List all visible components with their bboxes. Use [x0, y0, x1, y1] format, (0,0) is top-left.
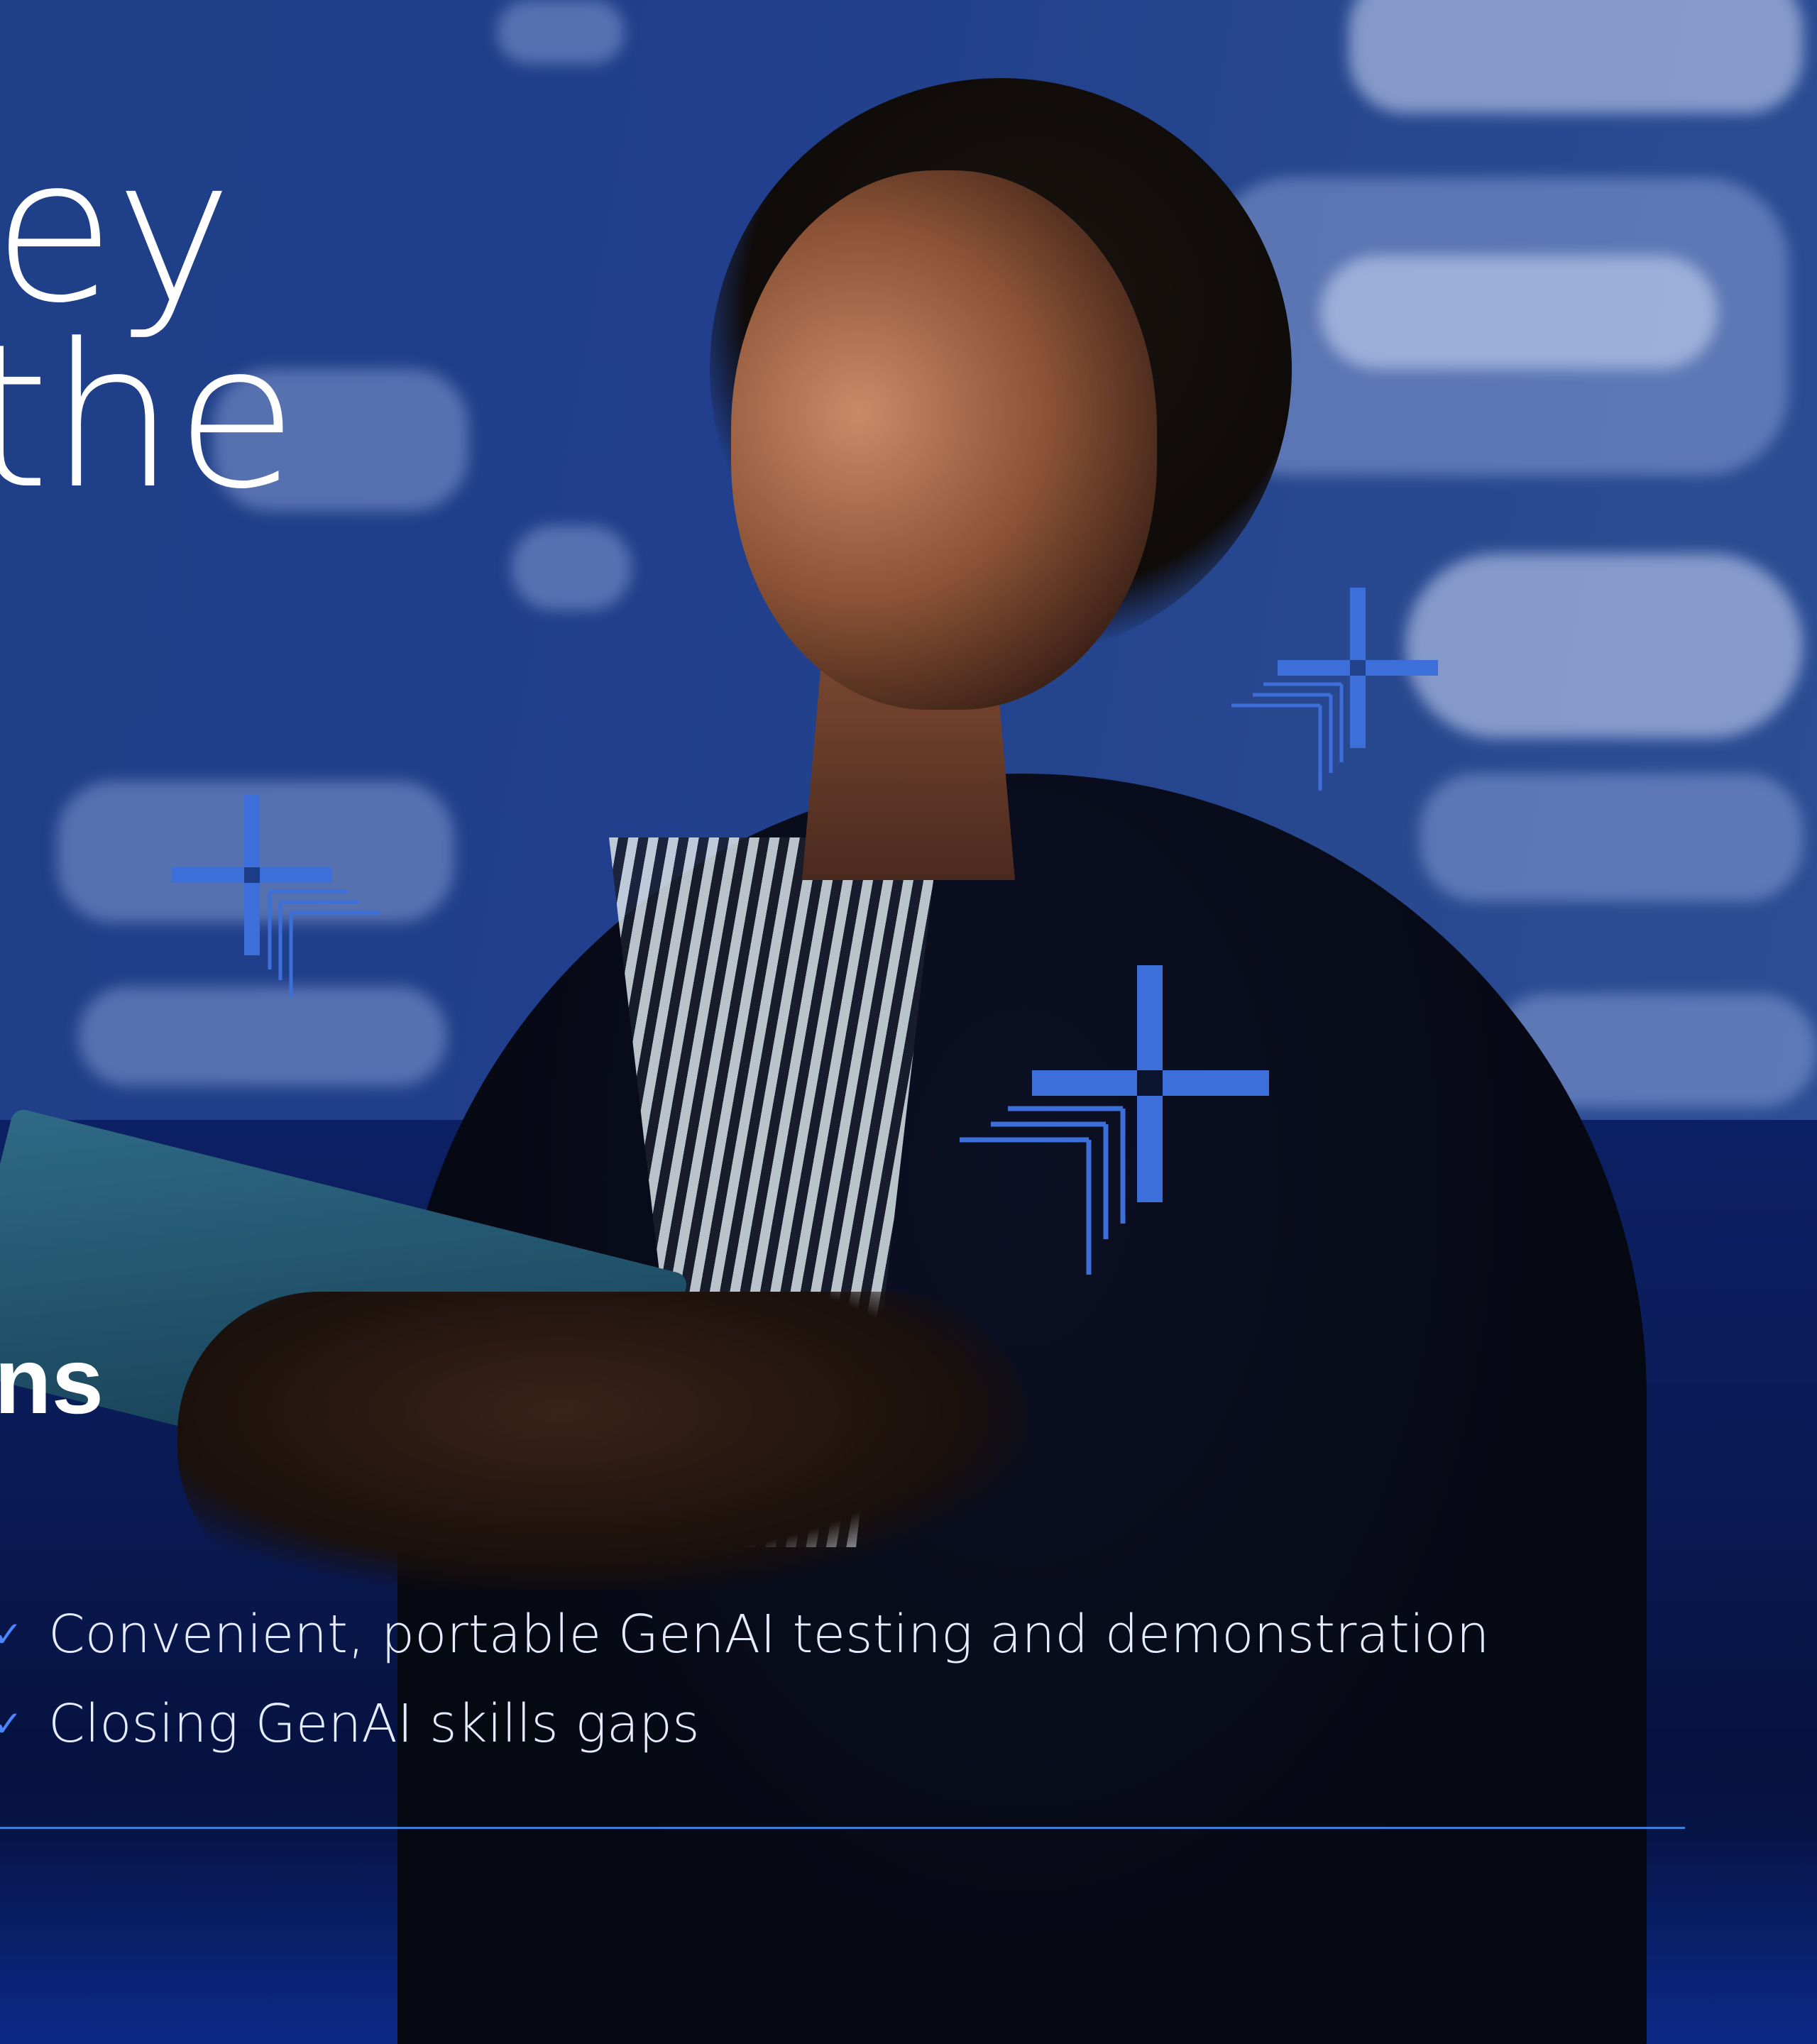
sparkle-icon [960, 965, 1269, 1275]
section-title: ns [0, 1329, 104, 1433]
blurred-ui-element [511, 525, 632, 610]
list-item-text: Convenient, portable GenAI testing and d… [48, 1604, 1490, 1665]
list-item-text: Closing GenAI skills gaps [48, 1693, 700, 1754]
list-item: ✓ Convenient, portable GenAI testing and… [0, 1590, 1703, 1679]
benefits-list: ✓ Convenient, portable GenAI testing and… [0, 1590, 1703, 1769]
headline-line-2: the [0, 302, 298, 533]
blurred-ui-element [1420, 774, 1803, 901]
sparkle-icon [172, 795, 380, 998]
blurred-ui-element [497, 0, 625, 64]
check-icon: ✓ [0, 1614, 23, 1655]
list-item: ✓ Closing GenAI skills gaps [0, 1679, 1703, 1769]
divider [0, 1827, 1685, 1829]
hero-page: ey the ns ✓ Convenient, portable GenAI t… [0, 0, 1817, 2044]
blurred-ui-element [1320, 256, 1718, 369]
person-face [731, 170, 1157, 710]
blurred-ui-element [1349, 0, 1803, 114]
sparkle-icon [1231, 588, 1438, 791]
headline-line-1: ey [0, 116, 233, 347]
blurred-ui-element [1405, 554, 1803, 738]
check-icon: ✓ [0, 1703, 23, 1744]
person-hands [177, 1292, 1029, 1590]
